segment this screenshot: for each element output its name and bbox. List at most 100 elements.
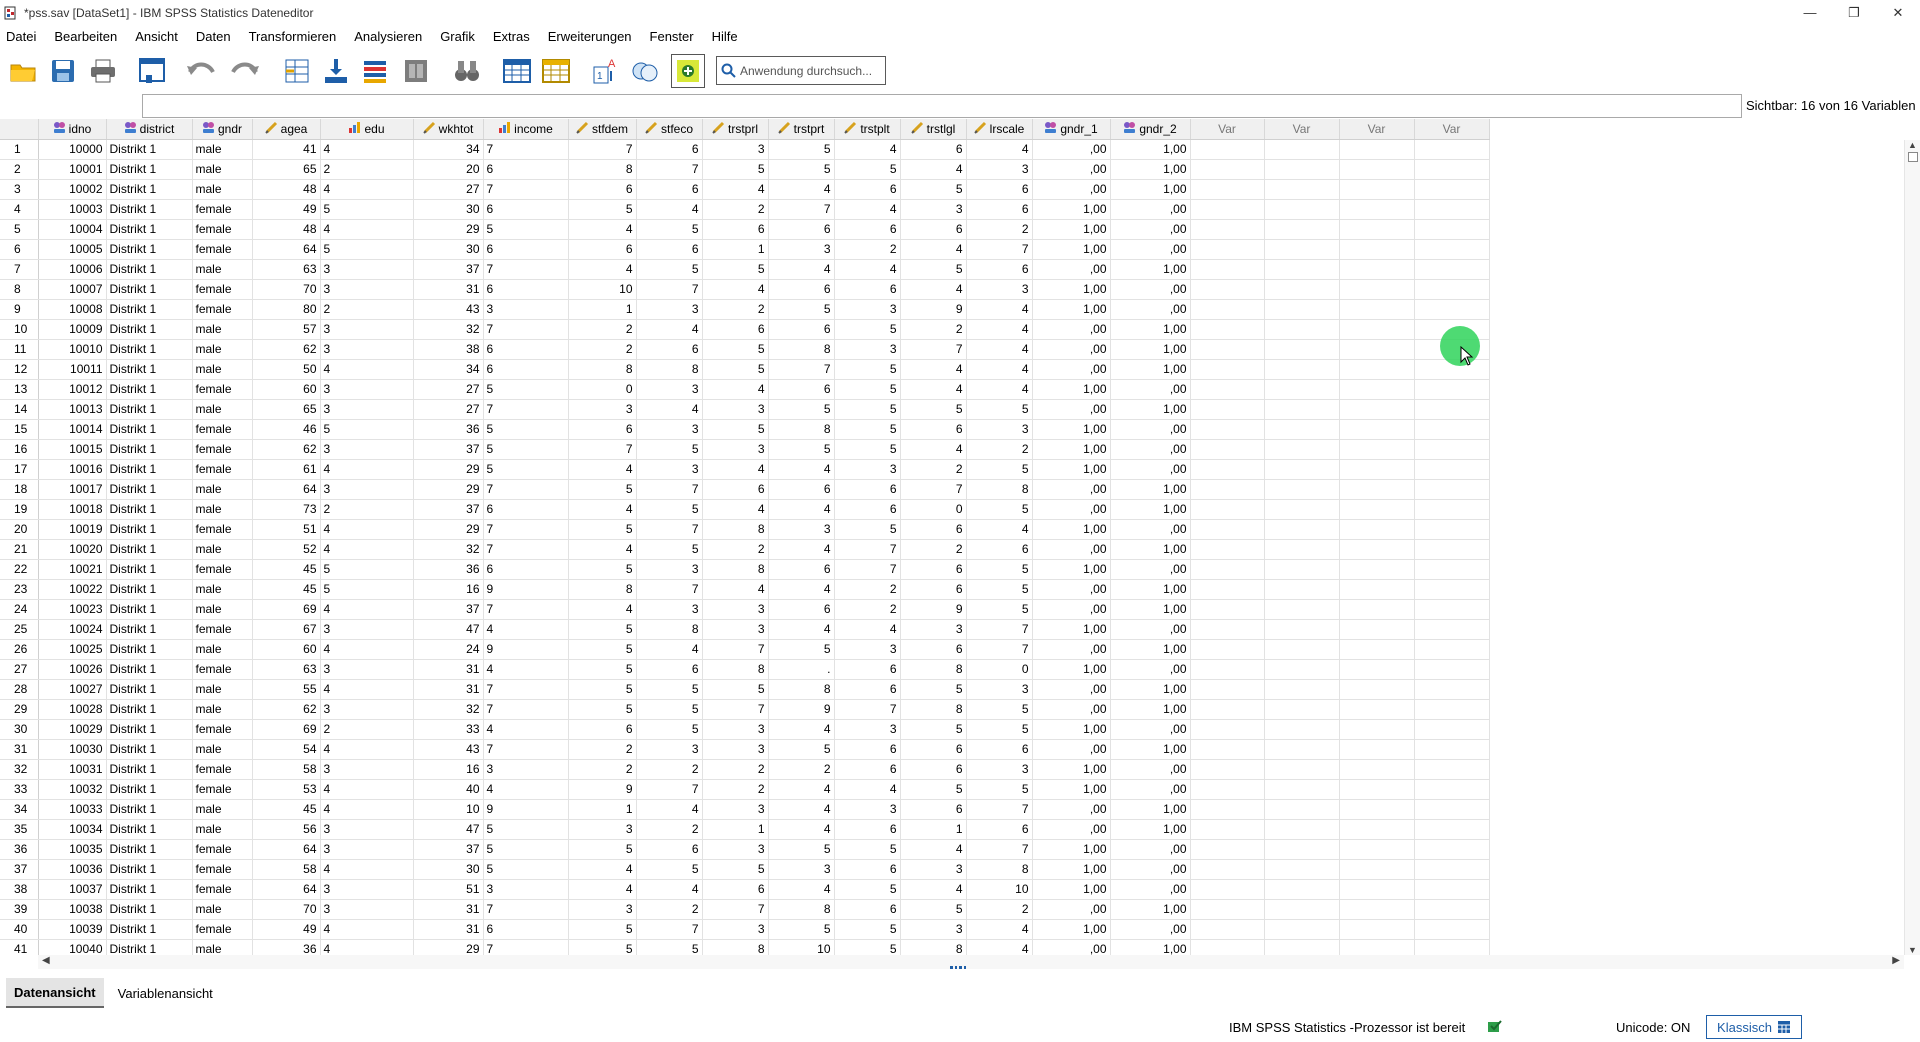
data-cell[interactable]: 6	[483, 239, 569, 260]
data-cell[interactable]	[1190, 919, 1265, 940]
data-cell[interactable]: 3	[702, 619, 769, 640]
menu-fenster[interactable]: Fenster	[641, 27, 703, 47]
data-cell[interactable]: 30	[413, 859, 484, 880]
data-cell[interactable]: 10005	[38, 239, 107, 260]
data-cell[interactable]	[1190, 739, 1265, 760]
data-cell[interactable]: 10003	[38, 199, 107, 220]
data-cell[interactable]: 4	[702, 579, 769, 600]
row-number[interactable]: 23	[0, 579, 39, 600]
row-number[interactable]: 31	[0, 739, 39, 760]
data-cell[interactable]: 4	[900, 279, 967, 300]
data-cell[interactable]	[1414, 739, 1490, 760]
data-cell[interactable]: ,00	[1110, 559, 1191, 580]
data-cell[interactable]: 5	[966, 499, 1033, 520]
data-cell[interactable]	[1339, 179, 1415, 200]
data-cell[interactable]: 5	[768, 439, 835, 460]
data-cell[interactable]: Distrikt 1	[106, 139, 193, 160]
data-cell[interactable]: 4	[320, 139, 414, 160]
data-cell[interactable]: 1,00	[1032, 839, 1111, 860]
data-cell[interactable]: 6	[834, 859, 901, 880]
data-cell[interactable]: 3	[768, 519, 835, 540]
row-number[interactable]: 27	[0, 659, 39, 680]
data-cell[interactable]: 1,00	[1032, 459, 1111, 480]
data-cell[interactable]: 6	[636, 659, 703, 680]
data-cell[interactable]: ,00	[1110, 219, 1191, 240]
data-cell[interactable]: ,00	[1032, 159, 1111, 180]
data-cell[interactable]: 3	[320, 759, 414, 780]
data-cell[interactable]	[1414, 859, 1490, 880]
data-cell[interactable]: 5	[483, 819, 569, 840]
data-cell[interactable]: 5	[834, 919, 901, 940]
insert-cases-icon[interactable]	[500, 54, 534, 88]
data-cell[interactable]: 4	[966, 299, 1033, 320]
data-cell[interactable]: 7	[636, 479, 703, 500]
data-cell[interactable]: 69	[252, 599, 321, 620]
data-cell[interactable]: 31	[413, 919, 484, 940]
data-cell[interactable]: 1,00	[1110, 179, 1191, 200]
data-cell[interactable]: 0	[966, 659, 1033, 680]
data-cell[interactable]: 4	[834, 199, 901, 220]
data-cell[interactable]: 6	[483, 499, 569, 520]
data-cell[interactable]: 7	[483, 179, 569, 200]
data-cell[interactable]: 48	[252, 179, 321, 200]
data-cell[interactable]: 5	[320, 579, 414, 600]
data-cell[interactable]: 6	[834, 819, 901, 840]
data-cell[interactable]: 4	[966, 359, 1033, 380]
data-cell[interactable]: 4	[320, 919, 414, 940]
menu-ansicht[interactable]: Ansicht	[126, 27, 187, 47]
data-cell[interactable]: 31	[413, 659, 484, 680]
data-cell[interactable]: 46	[252, 419, 321, 440]
data-cell[interactable]: 1,00	[1110, 339, 1191, 360]
data-cell[interactable]: 6	[483, 199, 569, 220]
data-cell[interactable]: female	[192, 219, 253, 240]
data-cell[interactable]: male	[192, 259, 253, 280]
column-header-var-16[interactable]: Var	[1190, 119, 1265, 140]
data-cell[interactable]: 2	[966, 439, 1033, 460]
data-cell[interactable]: 5	[702, 159, 769, 180]
data-cell[interactable]: 37	[413, 599, 484, 620]
data-cell[interactable]	[1190, 179, 1265, 200]
data-cell[interactable]: 10001	[38, 159, 107, 180]
data-cell[interactable]: Distrikt 1	[106, 359, 193, 380]
data-cell[interactable]	[1414, 199, 1490, 220]
data-cell[interactable]: 69	[252, 719, 321, 740]
data-cell[interactable]: 1	[568, 299, 637, 320]
data-cell[interactable]: 10021	[38, 559, 107, 580]
data-cell[interactable]: 4	[768, 719, 835, 740]
data-cell[interactable]: 1,00	[1032, 439, 1111, 460]
data-cell[interactable]: ,00	[1032, 679, 1111, 700]
data-cell[interactable]	[1190, 899, 1265, 920]
data-cell[interactable]: Distrikt 1	[106, 519, 193, 540]
data-cell[interactable]: Distrikt 1	[106, 839, 193, 860]
menu-datei[interactable]: Datei	[0, 27, 45, 47]
data-cell[interactable]: 4	[320, 519, 414, 540]
data-cell[interactable]: 8	[636, 359, 703, 380]
data-cell[interactable]	[1339, 919, 1415, 940]
data-cell[interactable]: 65	[252, 159, 321, 180]
data-cell[interactable]	[1339, 939, 1415, 955]
data-cell[interactable]: 5	[568, 619, 637, 640]
data-cell[interactable]: 4	[568, 459, 637, 480]
data-cell[interactable]: 29	[413, 519, 484, 540]
data-cell[interactable]: 4	[702, 379, 769, 400]
data-cell[interactable]	[1339, 699, 1415, 720]
data-cell[interactable]: 60	[252, 639, 321, 660]
data-cell[interactable]: 3	[702, 719, 769, 740]
row-number[interactable]: 40	[0, 919, 39, 940]
data-cell[interactable]: 4	[900, 239, 967, 260]
data-cell[interactable]: 8	[568, 159, 637, 180]
data-cell[interactable]	[1414, 419, 1490, 440]
data-cell[interactable]: 1,00	[1032, 919, 1111, 940]
data-cell[interactable]: 6	[834, 679, 901, 700]
data-cell[interactable]: 36	[413, 559, 484, 580]
redo-icon[interactable]	[228, 54, 262, 88]
data-cell[interactable]: 4	[568, 219, 637, 240]
data-cell[interactable]: 6	[636, 839, 703, 860]
scrollbar-thumb[interactable]	[1908, 152, 1918, 162]
data-cell[interactable]	[1190, 279, 1265, 300]
data-cell[interactable]: 5	[966, 459, 1033, 480]
data-cell[interactable]	[1190, 259, 1265, 280]
data-cell[interactable]	[1190, 479, 1265, 500]
data-cell[interactable]: 5	[900, 719, 967, 740]
data-cell[interactable]: 1,00	[1110, 579, 1191, 600]
